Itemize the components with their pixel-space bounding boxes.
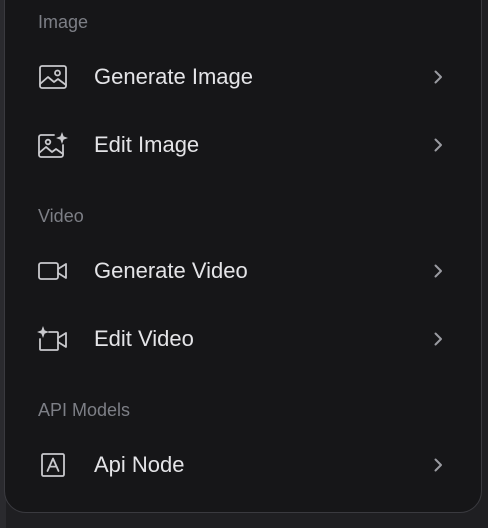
section-label-api-models: API Models (38, 400, 131, 420)
menu-item-generate-image[interactable]: Generate Image (5, 47, 481, 107)
section-label-image: Image (38, 12, 89, 32)
menu-item-label: Edit Video (94, 326, 194, 351)
chevron-right-icon (434, 332, 442, 346)
video-camera-icon (37, 258, 69, 284)
menu-item-api-node[interactable]: Api Node (5, 435, 481, 495)
section-label-video: Video (38, 206, 84, 226)
video-sparkle-icon (37, 326, 69, 352)
menu-item-generate-video[interactable]: Generate Video (5, 241, 481, 301)
chevron-right-icon (434, 138, 442, 152)
chevron-right-icon (434, 264, 442, 278)
menu-item-label: Edit Image (94, 132, 200, 157)
menu-item-label: Generate Image (94, 64, 253, 89)
image-icon (37, 64, 69, 90)
menu-item-label: Api Node (94, 452, 185, 477)
chevron-right-icon (434, 458, 442, 472)
menu-item-edit-video[interactable]: Edit Video (5, 309, 481, 369)
node-category-menu: Image Generate Image Edit Image Video Ge… (4, 0, 482, 513)
chevron-right-icon (434, 70, 442, 84)
menu-item-label: Generate Video (94, 258, 248, 283)
menu-item-edit-image[interactable]: Edit Image (5, 115, 481, 175)
letter-a-box-icon (37, 452, 69, 478)
image-sparkle-icon (37, 132, 69, 158)
